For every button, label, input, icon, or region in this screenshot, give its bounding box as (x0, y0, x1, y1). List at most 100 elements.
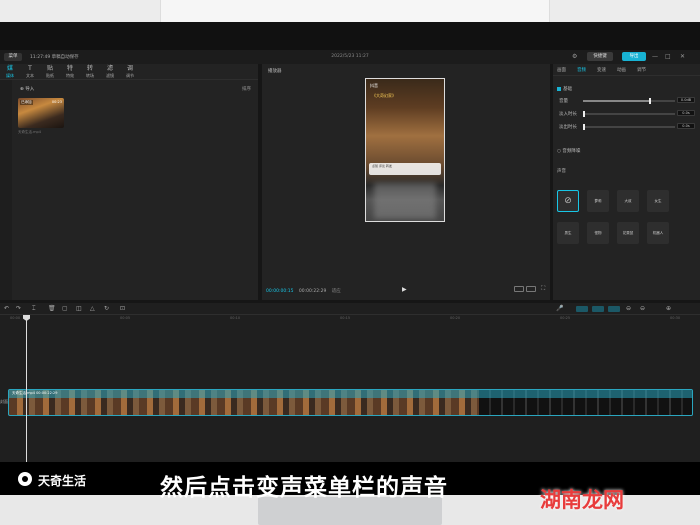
ruler-tick: 00:05 (120, 316, 131, 320)
ruler-tick: 00:30 (670, 316, 681, 320)
player-panel: 播放器 抖音 《大奇幻家》 点赞 评论 转发 00:00:00:15 00:00… (262, 64, 550, 300)
media-thumbnail[interactable]: 已添加 00:23 (18, 98, 64, 128)
tab-filter[interactable]: 滤滤镜 (101, 65, 119, 79)
zoom-dropdown[interactable]: 适应 (332, 289, 341, 294)
douyin-logo: 抖音 (370, 83, 378, 88)
zoom-in-icon[interactable]: ⊕ (666, 305, 671, 312)
tab-transition[interactable]: 转转场 (81, 65, 99, 79)
maximize-icon[interactable]: □ (665, 53, 671, 60)
fadeout-value[interactable]: 0.0s (677, 123, 695, 129)
tab-adjust[interactable]: 调调节 (121, 65, 139, 79)
ruler-tick: 00:10 (230, 316, 241, 320)
effects-icon: 特 (66, 65, 73, 72)
tab-label: 贴纸 (46, 73, 54, 78)
inspector-panel: 画面 音频 变速 动画 调节 基础 音量 0.0dB 淡入时长 0.0s 淡出时… (553, 64, 700, 300)
link-toggle[interactable] (576, 306, 588, 312)
tab-label: 文本 (26, 73, 34, 78)
player-title: 播放器 (268, 69, 282, 74)
volume-slider[interactable] (583, 98, 675, 104)
tab-text[interactable]: T 文本 (21, 65, 39, 79)
microphone-icon[interactable]: 🎤 (556, 305, 563, 312)
tab-label: 调节 (126, 73, 134, 78)
timeline-panel: ↶ ↷ ⌶ 🗑 ▢ ◫ △ ↻ ⊡ 🎤 ⊖ ⊖ ⊕ 00:00 00:05 00… (0, 303, 700, 480)
import-label: 导入 (25, 87, 35, 92)
fadein-label: 淡入时长 (559, 112, 577, 117)
redo-icon[interactable]: ↷ (16, 305, 21, 312)
fadeout-knob[interactable] (583, 124, 585, 130)
voice-option[interactable]: 男生 (557, 222, 579, 244)
voice-option[interactable]: 怪物 (587, 222, 609, 244)
import-button[interactable]: ⊕ 导入 (20, 86, 34, 92)
tab-label: 转场 (86, 73, 94, 78)
ratio-button[interactable] (514, 286, 524, 292)
playhead[interactable] (26, 315, 27, 480)
tab-effects[interactable]: 特特效 (61, 65, 79, 79)
tab-sticker[interactable]: 贴贴纸 (41, 65, 59, 79)
editor-window: 菜单 11:27:49 草稿自动保存 2022/5/23 11:27 ⚙ 快捷键… (0, 50, 700, 480)
tab-label: 媒体 (6, 73, 14, 78)
close-icon[interactable]: ✕ (680, 53, 685, 60)
fullscreen-icon[interactable]: ⛶ (541, 285, 545, 293)
minimize-icon[interactable]: — (652, 53, 658, 60)
noise-reduction-toggle[interactable]: ○ 音频降噪 (557, 148, 580, 154)
tab-speed[interactable]: 变速 (597, 67, 606, 73)
voice-option[interactable]: 机器人 (647, 222, 669, 244)
zoom-out-icon[interactable]: ⊖ (640, 305, 645, 312)
filter-icon: 滤 (106, 65, 113, 72)
export-button[interactable]: 导出 (622, 52, 646, 61)
fadein-slider[interactable] (583, 111, 675, 117)
added-badge: 已添加 (20, 100, 33, 105)
freeze-icon[interactable]: ▢ (62, 305, 68, 312)
basic-section[interactable]: 基础 (557, 86, 572, 92)
tab-animation[interactable]: 动画 (617, 67, 626, 73)
video-subtitle: 《大奇幻家》 (372, 93, 396, 98)
basic-checkbox[interactable] (557, 86, 561, 91)
sort-dropdown[interactable]: 排序 (242, 86, 251, 92)
reverse-icon[interactable]: ◫ (76, 305, 82, 312)
voice-none-icon[interactable]: ⊘ (557, 190, 579, 212)
preview-toggle[interactable] (608, 306, 620, 312)
inspector-tabs: 画面 音频 变速 动画 调节 (553, 64, 700, 76)
title-bar: 菜单 11:27:49 草稿自动保存 2022/5/23 11:27 ⚙ 快捷键… (0, 50, 700, 64)
cover-label[interactable]: 封面 (0, 399, 8, 405)
voice-option[interactable]: 大叔 (617, 190, 639, 212)
shortcut-button[interactable]: 快捷键 (587, 52, 613, 61)
tab-audio[interactable]: 音频 (577, 67, 586, 73)
voice-option[interactable]: 女生 (647, 190, 669, 212)
video-preview[interactable]: 抖音 《大奇幻家》 点赞 评论 转发 (365, 78, 445, 222)
total-time: 00:00:22:29 (298, 289, 327, 294)
delete-icon[interactable]: 🗑 (48, 305, 56, 312)
fadeout-slider[interactable] (583, 124, 675, 130)
voice-option[interactable]: 花栗鼠 (617, 222, 639, 244)
fadein-value[interactable]: 0.0s (677, 110, 695, 116)
media-panel: 媒媒体 T 文本 贴贴纸 特特效 转转场 滤滤镜 调调节 ⊕ 导入 排序 已添加 … (0, 64, 258, 300)
tab-media[interactable]: 媒媒体 (1, 65, 19, 79)
video-clip[interactable]: 天奇生活.mp4 00:00:22:29 (8, 389, 693, 416)
volume-knob[interactable] (649, 98, 652, 104)
crop-button[interactable] (526, 286, 536, 292)
mirror-icon[interactable]: △ (90, 305, 95, 312)
clip-label: 天奇生活.mp4 00:00:22:29 (12, 391, 58, 395)
voice-option[interactable]: 萝莉 (587, 190, 609, 212)
tab-picture[interactable]: 画面 (557, 67, 566, 73)
rotate-icon[interactable]: ↻ (104, 305, 109, 312)
volume-value[interactable]: 0.0dB (677, 97, 695, 103)
clip-header (9, 390, 692, 398)
ruler-tick: 00:20 (450, 316, 461, 320)
thumb-name: 天奇生活.mp4 (18, 130, 41, 134)
noise-label: 音频降噪 (562, 149, 581, 154)
fadein-knob[interactable] (583, 111, 585, 117)
volume-icon[interactable]: ⊖ (626, 305, 631, 312)
ruler-tick: 00:15 (340, 316, 351, 320)
undo-icon[interactable]: ↶ (4, 305, 9, 312)
tab-label: 滤镜 (106, 73, 114, 78)
play-icon[interactable]: ▶ (402, 286, 407, 293)
split-icon[interactable]: ⌶ (32, 305, 36, 313)
tab-adjustment[interactable]: 调节 (637, 67, 646, 73)
current-time: 00:00:00:15 (266, 289, 294, 294)
ruler-tick: 00:25 (560, 316, 571, 320)
crop-icon[interactable]: ⊡ (120, 305, 125, 312)
timeline-ruler[interactable]: 00:00 00:05 00:10 00:15 00:20 00:25 00:3… (0, 315, 700, 323)
settings-icon[interactable]: ⚙ (572, 53, 577, 60)
snap-toggle[interactable] (592, 306, 604, 312)
